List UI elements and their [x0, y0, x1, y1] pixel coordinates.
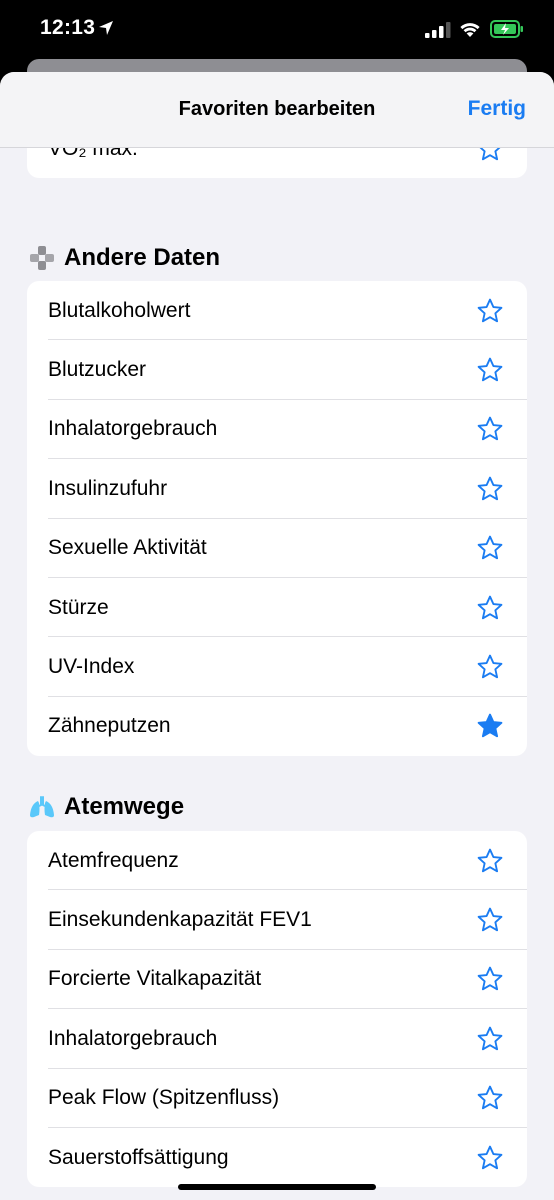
- wifi-icon: [460, 23, 480, 37]
- section-header: Atemwege: [28, 791, 184, 823]
- list-item-label: Blutalkoholwert: [48, 298, 191, 322]
- home-indicator[interactable]: [178, 1184, 376, 1190]
- star-outline-icon[interactable]: [476, 1144, 504, 1172]
- list-item-label: Einsekundenkapazität FEV1: [48, 908, 312, 932]
- list-item[interactable]: Sexuelle Aktivität: [27, 519, 527, 578]
- star-outline-icon[interactable]: [476, 297, 504, 325]
- location-arrow-icon: [99, 21, 113, 35]
- status-time: 12:13: [40, 16, 96, 39]
- list-item-label: Blutzucker: [48, 358, 147, 382]
- list-item-label: Peak Flow (Spitzenfluss): [48, 1086, 280, 1110]
- list-item-label: Sexuelle Aktivität: [48, 536, 207, 560]
- list-item-label: Forcierte Vitalkapazität: [48, 967, 262, 991]
- list-item[interactable]: Inhalatorgebrauch: [27, 1009, 527, 1069]
- lungs-icon: [30, 796, 54, 818]
- star-filled-icon[interactable]: [476, 712, 504, 740]
- section-header: Andere Daten: [28, 242, 220, 274]
- done-button[interactable]: Fertig: [468, 97, 526, 121]
- list-item[interactable]: Insulinzufuhr: [27, 459, 527, 519]
- star-outline-icon[interactable]: [476, 415, 504, 443]
- star-outline-icon[interactable]: [476, 653, 504, 681]
- edit-favorites-sheet: Favoriten bearbeiten Fertig VO₂ max. Ande…: [0, 72, 554, 1200]
- list-item-label: Sauerstoffsättigung: [48, 1145, 229, 1169]
- list-item[interactable]: Blutzucker: [27, 340, 527, 400]
- list-item-label: UV-Index: [48, 655, 135, 679]
- favorites-card: Atemfrequenz Einsekundenkapazität FEV1 For…: [27, 831, 527, 1188]
- star-outline-icon[interactable]: [476, 594, 504, 622]
- list-item[interactable]: Atemfrequenz: [27, 831, 527, 891]
- list-item[interactable]: UV-Index: [27, 637, 527, 697]
- list-item[interactable]: Inhalatorgebrauch: [27, 400, 527, 460]
- list-item-label: Inhalatorgebrauch: [48, 1026, 218, 1050]
- star-outline-icon[interactable]: [476, 965, 504, 993]
- cellular-signal-icon: [425, 22, 451, 38]
- list-item-label: Stürze: [48, 595, 109, 619]
- list-item[interactable]: Blutalkoholwert: [27, 281, 527, 341]
- list-item[interactable]: Zähneputzen: [27, 697, 527, 756]
- list-item[interactable]: Peak Flow (Spitzenfluss): [27, 1069, 527, 1128]
- list-item-label: Inhalatorgebrauch: [48, 417, 218, 441]
- star-outline-icon[interactable]: [476, 1084, 504, 1112]
- star-outline-icon[interactable]: [476, 356, 504, 384]
- list-item-label: Zähneputzen: [48, 714, 171, 738]
- star-outline-icon[interactable]: [476, 847, 504, 875]
- favorites-card: Blutalkoholwert Blutzucker Inhalatorgebrau…: [27, 281, 527, 757]
- section-title: Atemwege: [64, 793, 185, 820]
- list-item[interactable]: Sauerstoffsättigung: [27, 1128, 527, 1187]
- list-item[interactable]: Einsekundenkapazität FEV1: [27, 890, 527, 950]
- star-outline-icon[interactable]: [476, 534, 504, 562]
- star-outline-icon[interactable]: [476, 906, 504, 934]
- list-item[interactable]: Forcierte Vitalkapazität: [27, 950, 527, 1010]
- navigation-bar: Favoriten bearbeiten Fertig: [0, 72, 554, 148]
- list-item-label: Atemfrequenz: [48, 848, 179, 872]
- battery-charging-icon: [490, 20, 523, 38]
- list-item[interactable]: Stürze: [27, 578, 527, 638]
- status-bar: 12:13: [0, 0, 554, 60]
- section-title: Andere Daten: [64, 244, 221, 271]
- star-outline-icon[interactable]: [476, 1025, 504, 1053]
- star-outline-icon[interactable]: [476, 475, 504, 503]
- plus-cross-icon: [30, 246, 54, 270]
- list-item-label: Insulinzufuhr: [48, 476, 168, 500]
